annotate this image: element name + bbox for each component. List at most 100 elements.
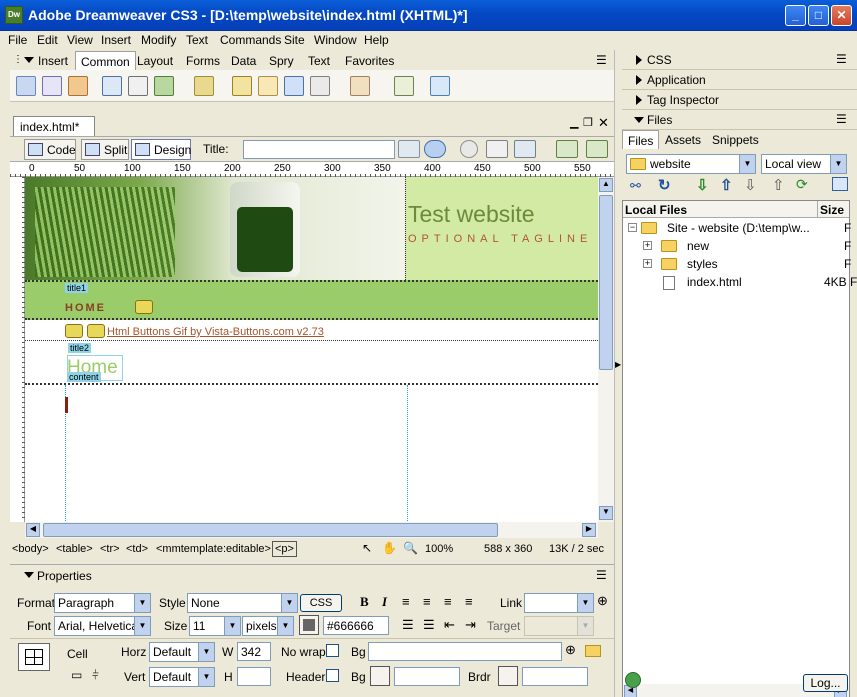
menu-modify[interactable]: Modify — [141, 33, 176, 47]
tab-favorites[interactable]: Favorites — [340, 51, 399, 70]
log-button[interactable]: Log... — [803, 674, 848, 692]
refresh-design-icon[interactable] — [460, 140, 478, 158]
scroll-left-arrow[interactable]: ◀ — [26, 523, 40, 537]
bg-image-input[interactable] — [368, 642, 562, 661]
code-view-button[interactable]: Code — [24, 139, 76, 160]
synchronize-icon[interactable]: ⟳ — [796, 176, 808, 193]
tree-row-index[interactable]: index.html 4KB F — [623, 274, 857, 292]
bg-color-input[interactable] — [394, 667, 460, 686]
panel-options-icon[interactable]: ☰ — [596, 53, 607, 67]
visual-aids-icon[interactable] — [514, 140, 536, 158]
table-icon[interactable] — [102, 76, 122, 96]
collapse-box-icon[interactable]: − — [628, 223, 637, 232]
unit-select[interactable]: pixels ▼ — [242, 616, 294, 636]
indent-icon[interactable]: ⇥ — [465, 617, 476, 633]
view-select[interactable]: Local view ▼ — [761, 154, 847, 174]
zoom-tool-icon[interactable]: 🔍 — [403, 541, 418, 555]
scroll-thumb[interactable] — [599, 195, 613, 370]
content-cell[interactable] — [65, 385, 408, 522]
format-select[interactable]: Paragraph ▼ — [54, 593, 151, 613]
tag-table[interactable]: <table> — [56, 543, 93, 555]
expand-panel-icon[interactable] — [832, 177, 848, 191]
validate-markup-icon[interactable] — [556, 140, 578, 158]
tag-p[interactable]: <p> — [272, 541, 297, 557]
col-local-files[interactable]: Local Files — [625, 203, 687, 217]
email-link-icon[interactable] — [42, 76, 62, 96]
height-input[interactable] — [237, 667, 271, 686]
nav-home-link[interactable]: HOME — [65, 302, 106, 314]
files-panel-header[interactable]: Files — [622, 110, 857, 130]
menu-help[interactable]: Help — [364, 33, 389, 47]
unordered-list-icon[interactable]: ☰ — [402, 617, 414, 633]
snippet-icon[interactable] — [430, 76, 450, 96]
application-panel-header[interactable]: Application — [622, 70, 857, 90]
tag-chooser-icon[interactable] — [394, 76, 414, 96]
tag-inspector-header[interactable]: Tag Inspector — [622, 90, 857, 110]
check-out-icon[interactable]: ⇩ — [744, 176, 757, 194]
image-icon[interactable] — [154, 76, 174, 96]
italic-icon[interactable]: I — [382, 594, 387, 610]
css-panel-header[interactable]: CSS — [622, 50, 857, 70]
menu-view[interactable]: View — [67, 33, 93, 47]
design-view-button[interactable]: Design — [131, 139, 191, 160]
tab-data[interactable]: Data — [226, 51, 261, 70]
point-to-file-icon[interactable]: ⊕ — [565, 642, 576, 658]
menu-file[interactable]: File — [8, 33, 27, 47]
horz-select[interactable]: Default ▼ — [149, 642, 215, 662]
head-icon[interactable] — [284, 76, 304, 96]
outdent-icon[interactable]: ⇤ — [444, 617, 455, 633]
tree-row-site[interactable]: − Site - website (D:\temp\w... F — [623, 220, 851, 238]
panel-options-icon[interactable]: ☰ — [836, 112, 847, 126]
preview-browser-icon[interactable] — [424, 140, 446, 158]
document-tab[interactable]: index.html* — [13, 116, 95, 136]
split-cell-icon[interactable]: ⫩ — [92, 668, 99, 683]
div-icon[interactable] — [128, 76, 148, 96]
collapse-triangle-icon[interactable] — [24, 57, 34, 63]
point-to-file-icon[interactable]: ⊕ — [597, 593, 608, 609]
width-input[interactable]: 342 — [237, 642, 271, 661]
target-select[interactable]: ▼ — [524, 616, 594, 636]
tab-forms[interactable]: Forms — [181, 51, 225, 70]
tree-row-styles[interactable]: + styles F — [623, 256, 851, 274]
text-color-input[interactable]: #666666 — [323, 616, 389, 635]
date-icon[interactable] — [232, 76, 252, 96]
script-icon[interactable] — [310, 76, 330, 96]
tab-layout[interactable]: Layout — [132, 51, 178, 70]
zoom-select[interactable]: 100% — [425, 543, 453, 555]
restore-doc-icon[interactable]: ▁ — [570, 116, 578, 129]
scroll-right-arrow[interactable]: ▶ — [582, 523, 596, 537]
nowrap-checkbox[interactable] — [326, 644, 339, 657]
tab-assets[interactable]: Assets — [660, 130, 706, 149]
title-input[interactable] — [243, 140, 395, 159]
put-files-icon[interactable]: ⇧ — [720, 176, 733, 194]
menu-text[interactable]: Text — [186, 33, 208, 47]
get-files-icon[interactable]: ⇩ — [696, 176, 709, 194]
vista-buttons-link[interactable]: Html Buttons Gif by Vista-Buttons.com v2… — [107, 326, 324, 338]
minimize-button[interactable]: _ — [785, 5, 806, 26]
vert-select[interactable]: Default ▼ — [149, 667, 215, 687]
media-icon[interactable] — [194, 76, 214, 96]
horizontal-scrollbar[interactable]: ◀ ▶ — [25, 522, 598, 538]
expand-box-icon[interactable]: + — [643, 259, 652, 268]
hand-tool-icon[interactable]: ✋ — [382, 541, 397, 555]
check-browser-icon[interactable] — [586, 140, 608, 158]
align-left-icon[interactable]: ≡ — [402, 594, 410, 609]
border-color-input[interactable] — [522, 667, 588, 686]
bold-icon[interactable]: B — [360, 594, 369, 610]
collapse-triangle-icon[interactable] — [24, 572, 34, 578]
window-size-select[interactable]: 588 x 360 — [484, 543, 532, 555]
named-anchor-icon[interactable] — [68, 76, 88, 96]
tree-row-new[interactable]: + new F — [623, 238, 851, 256]
ordered-list-icon[interactable]: ☰ — [423, 617, 435, 633]
merge-cells-icon[interactable]: ▭ — [71, 668, 82, 682]
file-management-icon[interactable] — [398, 140, 420, 158]
tab-files[interactable]: Files — [622, 130, 660, 149]
hyperlink-icon[interactable] — [16, 76, 36, 96]
tag-mmtemplate[interactable]: <mmtemplate:editable> — [156, 543, 271, 555]
collapse-arrow-icon[interactable]: ▶ — [615, 360, 621, 369]
tag-td[interactable]: <td> — [126, 543, 148, 555]
tab-snippets[interactable]: Snippets — [707, 130, 764, 149]
maximize-doc-icon[interactable]: ❐ — [583, 116, 593, 129]
font-select[interactable]: Arial, Helvetica ▼ — [54, 616, 151, 636]
site-select[interactable]: website ▼ — [626, 154, 756, 174]
